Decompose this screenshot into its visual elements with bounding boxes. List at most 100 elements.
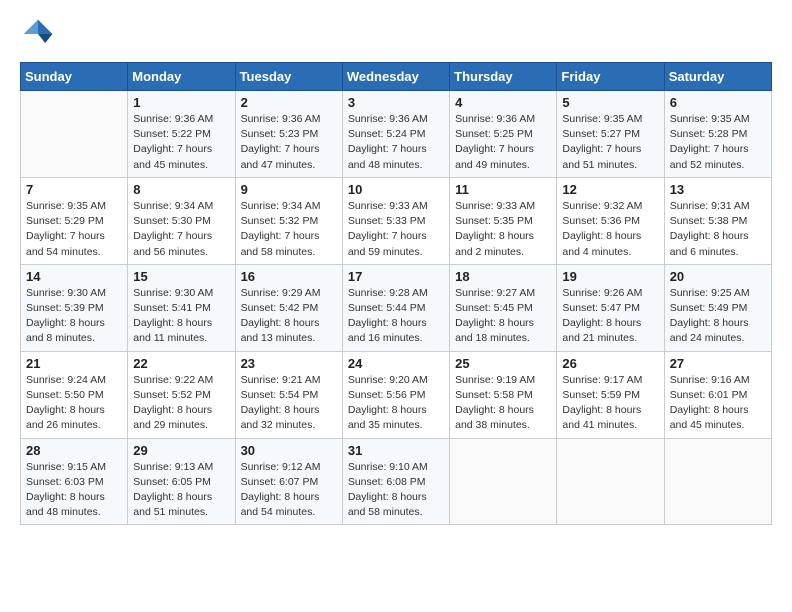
calendar-table: SundayMondayTuesdayWednesdayThursdayFrid… xyxy=(20,62,772,525)
weekday-header-wednesday: Wednesday xyxy=(342,63,449,91)
calendar-cell: 8Sunrise: 9:34 AMSunset: 5:30 PMDaylight… xyxy=(128,177,235,264)
day-number: 13 xyxy=(670,182,766,197)
calendar-cell: 26 Sunrise: 9:17 AMSunset: 5:59 PMDayligh… xyxy=(557,351,664,438)
day-info: Sunrise: 9:21 AMSunset: 5:54 PMDaylight:… xyxy=(241,373,337,434)
day-number: 29 xyxy=(133,443,229,458)
day-number: 11 xyxy=(455,182,551,197)
calendar-cell: 23 Sunrise: 9:21 AMSunset: 5:54 PMDayligh… xyxy=(235,351,342,438)
day-info: Sunrise: 9:36 AMSunset: 5:24 PMDaylight:… xyxy=(348,112,444,173)
calendar-week-row: 21 Sunrise: 9:24 AMSunset: 5:50 PMDayligh… xyxy=(21,351,772,438)
weekday-header-saturday: Saturday xyxy=(664,63,771,91)
day-number: 14 xyxy=(26,269,122,284)
calendar-cell: 9 Sunrise: 9:34 AMSunset: 5:32 PMDaylight… xyxy=(235,177,342,264)
day-info: Sunrise: 9:32 AMSunset: 5:36 PMDaylight:… xyxy=(562,199,658,260)
day-info: Sunrise: 9:28 AMSunset: 5:44 PMDaylight:… xyxy=(348,286,444,347)
day-number: 31 xyxy=(348,443,444,458)
day-info: Sunrise: 9:19 AMSunset: 5:58 PMDaylight:… xyxy=(455,373,551,434)
calendar-cell: 18 Sunrise: 9:27 AMSunset: 5:45 PMDayligh… xyxy=(450,264,557,351)
day-number: 16 xyxy=(241,269,337,284)
day-info: Sunrise: 9:30 AMSunset: 5:41 PMDaylight:… xyxy=(133,286,229,347)
day-info: Sunrise: 9:33 AMSunset: 5:33 PMDaylight:… xyxy=(348,199,444,260)
day-number: 22 xyxy=(133,356,229,371)
calendar-cell: 31 Sunrise: 9:10 AMSunset: 6:08 PMDayligh… xyxy=(342,438,449,525)
day-info: Sunrise: 9:34 AMSunset: 5:32 PMDaylight:… xyxy=(241,199,337,260)
day-number: 6 xyxy=(670,95,766,110)
weekday-header-tuesday: Tuesday xyxy=(235,63,342,91)
day-info: Sunrise: 9:36 AMSunset: 5:25 PMDaylight:… xyxy=(455,112,551,173)
day-info: Sunrise: 9:26 AMSunset: 5:47 PMDaylight:… xyxy=(562,286,658,347)
calendar-cell: 28 Sunrise: 9:15 AMSunset: 6:03 PMDayligh… xyxy=(21,438,128,525)
calendar-cell: 5 Sunrise: 9:35 AMSunset: 5:27 PMDaylight… xyxy=(557,91,664,178)
calendar-week-row: 7Sunrise: 9:35 AMSunset: 5:29 PMDaylight… xyxy=(21,177,772,264)
day-info: Sunrise: 9:12 AMSunset: 6:07 PMDaylight:… xyxy=(241,460,337,521)
day-number: 21 xyxy=(26,356,122,371)
day-info: Sunrise: 9:13 AMSunset: 6:05 PMDaylight:… xyxy=(133,460,229,521)
calendar-cell xyxy=(664,438,771,525)
day-number: 25 xyxy=(455,356,551,371)
weekday-header-sunday: Sunday xyxy=(21,63,128,91)
calendar-cell xyxy=(450,438,557,525)
calendar-cell: 25 Sunrise: 9:19 AMSunset: 5:58 PMDayligh… xyxy=(450,351,557,438)
page: SundayMondayTuesdayWednesdayThursdayFrid… xyxy=(0,0,792,541)
day-info: Sunrise: 9:35 AMSunset: 5:27 PMDaylight:… xyxy=(562,112,658,173)
day-number: 5 xyxy=(562,95,658,110)
calendar-cell: 13 Sunrise: 9:31 AMSunset: 5:38 PMDayligh… xyxy=(664,177,771,264)
day-number: 30 xyxy=(241,443,337,458)
day-number: 28 xyxy=(26,443,122,458)
day-info: Sunrise: 9:36 AMSunset: 5:23 PMDaylight:… xyxy=(241,112,337,173)
calendar-cell: 19 Sunrise: 9:26 AMSunset: 5:47 PMDayligh… xyxy=(557,264,664,351)
day-info: Sunrise: 9:20 AMSunset: 5:56 PMDaylight:… xyxy=(348,373,444,434)
calendar-week-row: 28 Sunrise: 9:15 AMSunset: 6:03 PMDayligh… xyxy=(21,438,772,525)
weekday-header-row: SundayMondayTuesdayWednesdayThursdayFrid… xyxy=(21,63,772,91)
day-info: Sunrise: 9:34 AMSunset: 5:30 PMDaylight:… xyxy=(133,199,229,260)
calendar-cell: 27 Sunrise: 9:16 AMSunset: 6:01 PMDayligh… xyxy=(664,351,771,438)
day-number: 9 xyxy=(241,182,337,197)
calendar-cell: 22Sunrise: 9:22 AMSunset: 5:52 PMDayligh… xyxy=(128,351,235,438)
calendar-cell: 30 Sunrise: 9:12 AMSunset: 6:07 PMDayligh… xyxy=(235,438,342,525)
calendar-cell: 1Sunrise: 9:36 AMSunset: 5:22 PMDaylight… xyxy=(128,91,235,178)
day-info: Sunrise: 9:27 AMSunset: 5:45 PMDaylight:… xyxy=(455,286,551,347)
day-info: Sunrise: 9:16 AMSunset: 6:01 PMDaylight:… xyxy=(670,373,766,434)
day-number: 15 xyxy=(133,269,229,284)
weekday-header-monday: Monday xyxy=(128,63,235,91)
day-info: Sunrise: 9:15 AMSunset: 6:03 PMDaylight:… xyxy=(26,460,122,521)
calendar-cell: 10 Sunrise: 9:33 AMSunset: 5:33 PMDayligh… xyxy=(342,177,449,264)
day-info: Sunrise: 9:33 AMSunset: 5:35 PMDaylight:… xyxy=(455,199,551,260)
day-number: 20 xyxy=(670,269,766,284)
calendar-cell: 15 Sunrise: 9:30 AMSunset: 5:41 PMDayligh… xyxy=(128,264,235,351)
day-info: Sunrise: 9:29 AMSunset: 5:42 PMDaylight:… xyxy=(241,286,337,347)
day-info: Sunrise: 9:24 AMSunset: 5:50 PMDaylight:… xyxy=(26,373,122,434)
calendar-cell: 21 Sunrise: 9:24 AMSunset: 5:50 PMDayligh… xyxy=(21,351,128,438)
day-info: Sunrise: 9:36 AMSunset: 5:22 PMDaylight:… xyxy=(133,112,229,173)
logo-icon xyxy=(20,16,56,52)
day-number: 24 xyxy=(348,356,444,371)
calendar-week-row: 1Sunrise: 9:36 AMSunset: 5:22 PMDaylight… xyxy=(21,91,772,178)
logo xyxy=(20,16,62,52)
day-number: 19 xyxy=(562,269,658,284)
calendar-week-row: 14 Sunrise: 9:30 AMSunset: 5:39 PMDayligh… xyxy=(21,264,772,351)
day-number: 10 xyxy=(348,182,444,197)
calendar-cell: 11 Sunrise: 9:33 AMSunset: 5:35 PMDayligh… xyxy=(450,177,557,264)
day-number: 12 xyxy=(562,182,658,197)
day-info: Sunrise: 9:10 AMSunset: 6:08 PMDaylight:… xyxy=(348,460,444,521)
day-number: 26 xyxy=(562,356,658,371)
day-number: 27 xyxy=(670,356,766,371)
calendar-cell: 14 Sunrise: 9:30 AMSunset: 5:39 PMDayligh… xyxy=(21,264,128,351)
day-info: Sunrise: 9:35 AMSunset: 5:29 PMDaylight:… xyxy=(26,199,122,260)
calendar-cell: 29 Sunrise: 9:13 AMSunset: 6:05 PMDayligh… xyxy=(128,438,235,525)
calendar-cell: 12 Sunrise: 9:32 AMSunset: 5:36 PMDayligh… xyxy=(557,177,664,264)
calendar-cell: 2 Sunrise: 9:36 AMSunset: 5:23 PMDaylight… xyxy=(235,91,342,178)
calendar-cell: 4Sunrise: 9:36 AMSunset: 5:25 PMDaylight… xyxy=(450,91,557,178)
calendar-cell: 17 Sunrise: 9:28 AMSunset: 5:44 PMDayligh… xyxy=(342,264,449,351)
day-info: Sunrise: 9:30 AMSunset: 5:39 PMDaylight:… xyxy=(26,286,122,347)
day-number: 17 xyxy=(348,269,444,284)
day-number: 23 xyxy=(241,356,337,371)
calendar-cell xyxy=(21,91,128,178)
day-number: 2 xyxy=(241,95,337,110)
day-number: 18 xyxy=(455,269,551,284)
weekday-header-thursday: Thursday xyxy=(450,63,557,91)
day-info: Sunrise: 9:31 AMSunset: 5:38 PMDaylight:… xyxy=(670,199,766,260)
day-number: 3 xyxy=(348,95,444,110)
day-info: Sunrise: 9:17 AMSunset: 5:59 PMDaylight:… xyxy=(562,373,658,434)
day-info: Sunrise: 9:35 AMSunset: 5:28 PMDaylight:… xyxy=(670,112,766,173)
